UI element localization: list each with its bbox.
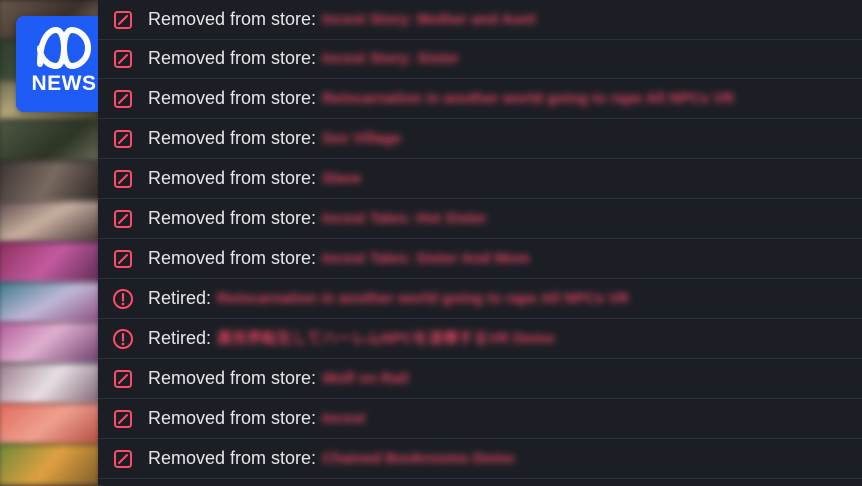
list-item[interactable]: Retired: Reincarnation in another world g…: [98, 279, 862, 319]
removed-slash-icon: [113, 129, 133, 149]
status-text: Removed from store: Incest Story: Mother …: [148, 0, 536, 39]
status-label: Removed from store:: [148, 448, 317, 468]
game-thumbnail: [0, 403, 101, 446]
removed-slash-icon: [113, 49, 133, 69]
status-label: Retired:: [148, 328, 212, 348]
game-thumbnail: [0, 160, 101, 204]
retired-alert-icon: [112, 288, 133, 309]
game-title-link[interactable]: Incest Tales: Sister And Mom: [322, 239, 530, 278]
game-thumbnail: [0, 443, 101, 486]
status-label: Removed from store:: [148, 368, 317, 388]
status-text: Removed from store: Incest Tales: Hot Sis…: [148, 199, 487, 238]
status-text: Removed from store: Incest Story: Sister: [148, 39, 459, 78]
retired-alert-icon: [112, 328, 133, 349]
list-item[interactable]: Removed from store: Incest Tales: Sister …: [98, 239, 862, 279]
game-title-link[interactable]: Incest Tales: Hot Sister: [322, 199, 487, 238]
game-title-link[interactable]: Incest Story: Sister: [322, 39, 459, 78]
status-text: Removed from store: Slave: [148, 159, 361, 198]
game-title-link[interactable]: Incest: [322, 399, 365, 438]
list-item[interactable]: Removed from store: Incest Tales: Hot Sis…: [98, 199, 862, 239]
status-label: Removed from store:: [148, 48, 317, 68]
game-title-link[interactable]: Chained Bookrooms Demo: [322, 439, 515, 478]
game-title-link[interactable]: Sex Village: [322, 119, 401, 158]
status-label: Removed from store:: [148, 248, 317, 268]
status-label: Removed from store:: [148, 408, 317, 428]
game-thumbnail: [0, 201, 101, 244]
game-title-link[interactable]: Reincarnation in another world going to …: [217, 279, 629, 318]
removed-games-list: Removed from store: Incest Story: Mother …: [98, 0, 862, 485]
game-thumbnail: [0, 120, 101, 163]
status-text: Removed from store: Wolf on Rail: [148, 359, 408, 398]
status-text: Removed from store: Incest: [148, 399, 365, 438]
status-label: Removed from store:: [148, 208, 317, 228]
status-text: Removed from store: Incest Tales: Sister …: [148, 239, 530, 278]
game-thumbnail: [0, 322, 101, 365]
list-item[interactable]: Removed from store: Reincarnation in anot…: [98, 79, 862, 119]
list-item[interactable]: Removed from store: Incest Story: Mother …: [98, 0, 862, 40]
list-item[interactable]: Removed from store: Slave: [98, 159, 862, 199]
status-label: Retired:: [148, 288, 212, 308]
list-item[interactable]: Retired: 異世界転生してハーレムNPCを凌辱するVR Demo: [98, 319, 862, 359]
game-thumbnail: [0, 241, 101, 284]
removed-slash-icon: [113, 449, 133, 469]
list-item[interactable]: Removed from store: Wolf on Rail: [98, 359, 862, 399]
list-item[interactable]: Removed from store: Sex Village: [98, 119, 862, 159]
status-text: Retired: 異世界転生してハーレムNPCを凌辱するVR Demo: [148, 319, 555, 358]
abc-lissajous-icon: [37, 26, 92, 70]
removed-slash-icon: [113, 369, 133, 389]
list-item[interactable]: Removed from store: Incest Story: Sister: [98, 39, 862, 79]
game-title-link[interactable]: Slave: [322, 159, 361, 198]
status-text: Retired: Reincarnation in another world g…: [148, 279, 629, 318]
game-thumbnail: [0, 362, 101, 406]
status-text: Removed from store: Sex Village: [148, 119, 401, 158]
status-label: Removed from store:: [148, 128, 317, 148]
list-item[interactable]: Removed from store: Chained Bookrooms Dem…: [98, 439, 862, 479]
removed-slash-icon: [113, 89, 133, 109]
removed-slash-icon: [113, 169, 133, 189]
game-thumbnail: [0, 281, 101, 325]
game-title-link[interactable]: Wolf on Rail: [322, 359, 408, 398]
status-text: Removed from store: Reincarnation in anot…: [148, 79, 734, 118]
game-title-link[interactable]: Incest Story: Mother and Aunt: [322, 0, 536, 39]
removed-slash-icon: [113, 249, 133, 269]
status-text: Removed from store: Chained Bookrooms Dem…: [148, 439, 515, 478]
list-item[interactable]: Removed from store: Incest: [98, 399, 862, 439]
status-label: Removed from store:: [148, 9, 317, 29]
news-wordmark: NEWS: [31, 72, 97, 95]
game-title-link[interactable]: Reincarnation in another world going to …: [322, 79, 734, 118]
status-label: Removed from store:: [148, 168, 317, 188]
game-title-link[interactable]: 異世界転生してハーレムNPCを凌辱するVR Demo: [217, 319, 555, 358]
removed-slash-icon: [113, 10, 133, 30]
status-label: Removed from store:: [148, 88, 317, 108]
removed-slash-icon: [113, 409, 133, 429]
removed-slash-icon: [113, 209, 133, 229]
